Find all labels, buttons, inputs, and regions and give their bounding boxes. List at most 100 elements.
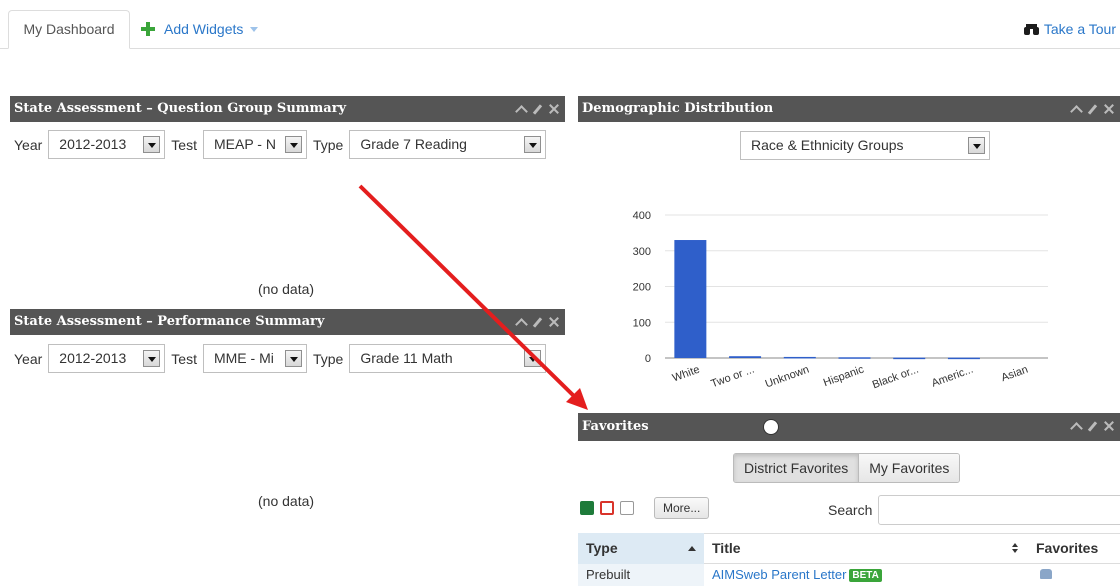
dropdown-arrow-icon [524,136,542,153]
row-type: Prebuilt [578,564,704,586]
take-tour-link[interactable]: Take a Tour [1023,19,1116,39]
filter-row: Year 2012-2013 Test MME - Mi Type Grade … [14,344,552,373]
year-label: Year [14,350,43,367]
test-value: MEAP - N [213,136,276,152]
top-nav: My Dashboard Add Widgets Take a Tour [0,0,1120,49]
my-favorites-button[interactable]: My Favorites [859,454,960,482]
bar[interactable] [838,357,871,359]
group-select[interactable]: Race & Ethnicity Groups [740,131,990,160]
collapse-icon[interactable] [515,104,528,118]
document-icon[interactable] [620,501,634,515]
type-select[interactable]: Grade 7 Reading [349,130,547,159]
dashboard-app: My Dashboard Add Widgets Take a Tour Sta… [0,0,1120,587]
collapse-icon[interactable] [1070,104,1083,118]
take-tour-label: Take a Tour [1043,21,1116,37]
test-value: MME - Mi [213,350,274,366]
col-title-label: Title [712,540,741,556]
y-tick-label: 200 [633,282,651,294]
widget-question-group-summary: State Assessment – Question Group Summar… [10,96,565,308]
bar[interactable] [674,240,707,358]
edit-icon[interactable] [1087,420,1098,432]
bar-chart: 0 100 200 300 400 White Two or ... Unknown Hispa… [633,210,1048,392]
row-title-text: AIMSweb Parent Letter [712,567,847,582]
edit-icon[interactable] [532,103,543,115]
x-tick-label: Black or... [871,364,920,392]
widget-title: State Assessment – Question Group Summar… [14,101,347,116]
test-label: Test [171,136,197,153]
widget-demographic-distribution: Demographic Distribution Race & Ethnicit… [578,96,1120,406]
y-tick-label: 400 [633,210,651,222]
x-tick-label: Two or ... [709,364,756,391]
plus-icon [140,21,156,37]
widget-title: Favorites [582,419,649,434]
tab-my-dashboard[interactable]: My Dashboard [8,10,130,49]
widget-header[interactable]: State Assessment – Question Group Summar… [10,96,565,122]
dropdown-arrow-icon [284,350,302,367]
dropdown-arrow-icon [143,350,161,367]
collapse-icon[interactable] [1070,421,1083,435]
y-tick-label: 100 [633,317,651,329]
close-icon[interactable] [549,104,559,114]
table-row[interactable]: Prebuilt AIMSweb Parent Letter BETA [578,564,1120,586]
widget-header[interactable]: Demographic Distribution [578,96,1120,122]
dropdown-arrow-icon [968,137,985,154]
add-widgets-button[interactable]: Add Widgets [140,19,259,39]
beta-badge: BETA [849,569,882,582]
year-value: 2012-2013 [59,136,127,152]
bar[interactable] [947,357,980,360]
year-label: Year [14,136,43,153]
widget-title: Demographic Distribution [582,101,774,116]
y-tick-label: 300 [633,246,651,258]
test-label: Test [171,350,197,367]
widget-header[interactable]: Favorites [578,413,1120,441]
bar[interactable] [783,356,816,359]
col-type-header[interactable]: Type [578,533,704,564]
close-icon[interactable] [549,317,559,327]
col-favorites-label: Favorites [1036,540,1099,556]
search-input[interactable] [878,495,1120,525]
no-data-text: (no data) [258,493,315,509]
dropdown-arrow-icon [143,136,161,153]
row-title-link[interactable]: AIMSweb Parent Letter BETA [704,564,1028,586]
pdf-icon[interactable] [600,501,614,515]
dropdown-arrow-icon [284,136,302,153]
sort-icon [1012,543,1018,547]
edit-icon[interactable] [532,316,543,328]
year-value: 2012-2013 [59,350,127,366]
year-select[interactable]: 2012-2013 [48,344,166,373]
no-data-text: (no data) [258,281,315,297]
x-tick-label: White [671,364,702,385]
col-favorites-header[interactable]: Favorites [1028,533,1120,564]
close-icon[interactable] [1104,421,1114,431]
person-icon[interactable] [1040,569,1052,579]
x-tick-label: Unknown [764,364,811,391]
widget-title: State Assessment – Performance Summary [14,314,325,329]
move-icon[interactable] [764,420,778,434]
year-select[interactable]: 2012-2013 [48,130,166,159]
group-value: Race & Ethnicity Groups [751,137,904,153]
bar[interactable] [893,357,926,360]
close-icon[interactable] [1104,104,1114,114]
collapse-icon[interactable] [515,317,528,331]
more-button[interactable]: More... [654,497,710,519]
bar[interactable] [729,356,762,358]
type-value: Grade 11 Math [360,350,453,366]
widget-favorites: Favorites District Favorites My Favorite… [578,413,1120,587]
filter-row: Year 2012-2013 Test MEAP - N Type Grade … [14,130,552,159]
type-value: Grade 7 Reading [360,136,467,152]
edit-icon[interactable] [1087,103,1098,115]
district-favorites-button[interactable]: District Favorites [734,454,860,482]
col-title-header[interactable]: Title [704,533,1028,564]
widget-header[interactable]: State Assessment – Performance Summary [10,309,565,335]
search-label: Search [828,502,873,518]
test-select[interactable]: MME - Mi [202,344,307,373]
type-label: Type [312,136,344,153]
tab-divider [0,48,1120,49]
add-widgets-label: Add Widgets [164,21,244,37]
excel-icon[interactable] [580,501,594,515]
sort-asc-icon [688,546,696,551]
favorites-table: Type Title Favorites Prebuilt AIMSweb Pa… [578,533,1120,587]
test-select[interactable]: MEAP - N [202,130,307,159]
col-type-label: Type [586,540,618,556]
type-select[interactable]: Grade 11 Math [349,344,547,373]
